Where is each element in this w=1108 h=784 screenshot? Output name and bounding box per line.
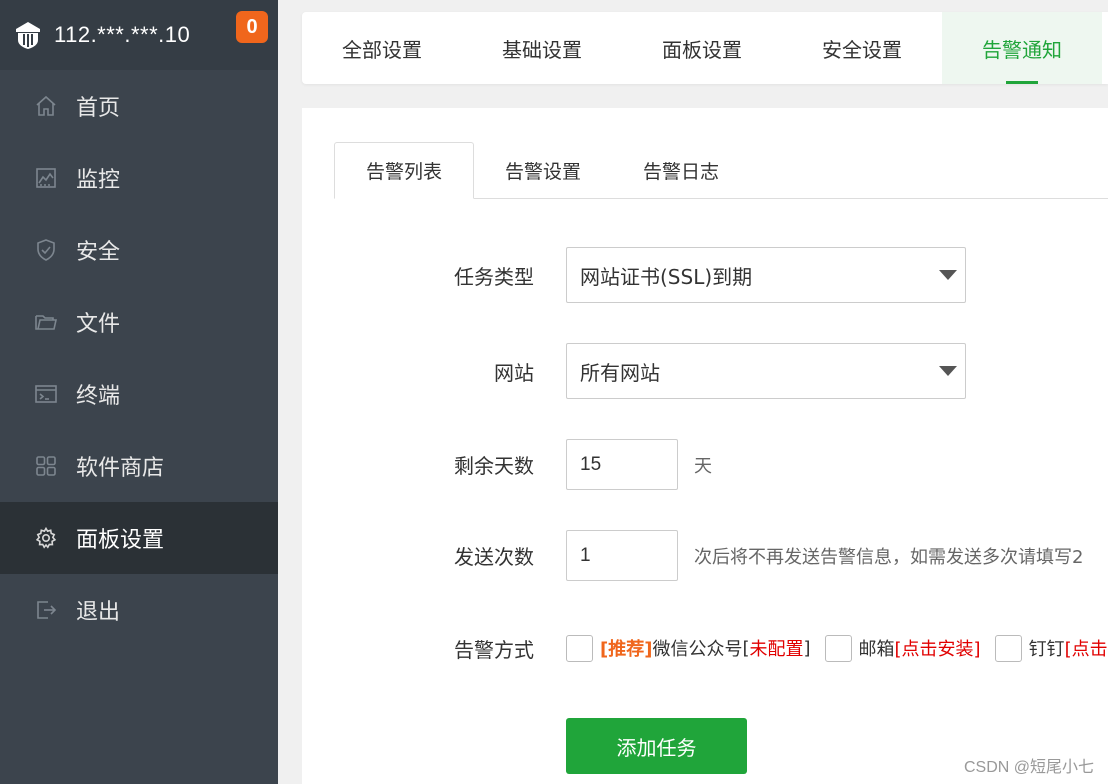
notification-badge[interactable]: 0 [236, 11, 268, 43]
task-type-row: 任务类型 网站证书(SSL)到期 [302, 247, 1108, 303]
dingtalk-checkbox[interactable] [994, 634, 1022, 662]
sidebar-header: 112.***.***.10 0 [0, 0, 278, 70]
tab-basic-settings[interactable]: 基础设置 [462, 12, 622, 84]
sidebar-item-files[interactable]: 文件 [0, 286, 278, 358]
site-select[interactable]: 所有网站 [566, 343, 966, 399]
apps-icon [33, 453, 59, 479]
monitor-icon [33, 165, 59, 191]
email-checkbox[interactable] [824, 634, 852, 662]
sidebar-item-store[interactable]: 软件商店 [0, 430, 278, 502]
sidebar-item-label: 退出 [76, 600, 121, 625]
send-count-label: 发送次数 [454, 545, 534, 569]
gear-icon [33, 525, 59, 551]
sidebar-item-security[interactable]: 安全 [0, 214, 278, 286]
days-unit: 天 [694, 455, 712, 477]
sidebar-item-label: 终端 [76, 384, 121, 409]
site-value: 所有网站 [580, 360, 660, 385]
sidebar: 112.***.***.10 0 首页 监控 安全 文件 终端 软件商店 面板设… [0, 0, 278, 784]
sidebar-item-label: 面板设置 [76, 528, 165, 553]
recommend-tag: [推荐] [600, 639, 653, 660]
alert-method-label: 告警方式 [454, 637, 534, 662]
sidebar-item-panel-settings[interactable]: 面板设置 [0, 502, 278, 574]
sidebar-item-monitor[interactable]: 监控 [0, 142, 278, 214]
alert-method-row: 告警方式 [推荐] 微信公众号 [ 未配置 ] 邮箱 [点击安装] 钉钉 [点击 [302, 632, 1108, 664]
sidebar-item-home[interactable]: 首页 [0, 70, 278, 142]
settings-tabs: 全部设置 基础设置 面板设置 安全设置 告警通知 [302, 12, 1108, 84]
method-email[interactable]: 邮箱 [点击安装] [824, 634, 981, 662]
dingtalk-label: 钉钉 [1028, 639, 1065, 660]
method-wechat[interactable]: [推荐] 微信公众号 [ 未配置 ] [566, 634, 811, 662]
wechat-bracket-close: ] [803, 637, 811, 659]
caret-down-icon [939, 366, 957, 376]
site-label: 网站 [494, 360, 534, 385]
add-task-button[interactable]: 添加任务 [566, 718, 747, 774]
caret-down-icon [939, 270, 957, 280]
sidebar-item-label: 文件 [76, 312, 121, 337]
task-type-value: 网站证书(SSL)到期 [580, 264, 753, 289]
home-icon [33, 93, 59, 119]
email-label: 邮箱 [858, 639, 895, 660]
site-row: 网站 所有网站 [302, 343, 1108, 399]
folder-icon [33, 309, 59, 335]
server-name: 112.***.***.10 [54, 22, 191, 47]
terminal-icon [33, 381, 59, 407]
wechat-checkbox[interactable] [566, 634, 593, 662]
bt-logo-icon [16, 22, 40, 49]
alert-subtabs: 告警列表 告警设置 告警日志 [334, 142, 1108, 199]
email-install-link[interactable]: [点击安装] [895, 635, 981, 661]
task-type-label: 任务类型 [454, 264, 534, 289]
tab-alert-log[interactable]: 告警日志 [612, 142, 750, 199]
tab-alert-notify[interactable]: 告警通知 [942, 12, 1102, 84]
alert-panel: 告警列表 告警设置 告警日志 任务类型 网站证书(SSL)到期 网站 所有网站 … [302, 108, 1108, 784]
sidebar-item-label: 软件商店 [76, 456, 165, 481]
wechat-bracket-open: [ [742, 637, 750, 659]
send-count-row: 发送次数 1 次后将不再发送告警信息，如需发送多次请填写2 [302, 530, 1108, 581]
tab-security-settings[interactable]: 安全设置 [782, 12, 942, 84]
sidebar-item-label: 首页 [76, 96, 121, 121]
watermark: CSDN @短尾小七 [963, 759, 1094, 776]
tab-all-settings[interactable]: 全部设置 [302, 12, 462, 84]
sidebar-nav: 首页 监控 安全 文件 终端 软件商店 面板设置 退出 [0, 70, 278, 646]
wechat-label: 微信公众号 [652, 639, 743, 660]
sidebar-item-label: 安全 [76, 240, 121, 265]
tab-alert-settings[interactable]: 告警设置 [474, 142, 612, 199]
task-type-select[interactable]: 网站证书(SSL)到期 [566, 247, 966, 303]
wechat-status[interactable]: 未配置 [749, 635, 803, 661]
sidebar-item-logout[interactable]: 退出 [0, 574, 278, 646]
days-left-row: 剩余天数 15 天 [302, 439, 1108, 490]
tab-panel-settings[interactable]: 面板设置 [622, 12, 782, 84]
send-count-input[interactable]: 1 [566, 530, 678, 581]
days-left-input[interactable]: 15 [566, 439, 678, 490]
tab-alert-list[interactable]: 告警列表 [334, 142, 475, 199]
method-dingtalk[interactable]: 钉钉 [点击 [994, 634, 1108, 662]
logout-icon [33, 597, 59, 623]
sidebar-item-terminal[interactable]: 终端 [0, 358, 278, 430]
alert-methods: [推荐] 微信公众号 [ 未配置 ] 邮箱 [点击安装] 钉钉 [点击 [566, 634, 1108, 662]
shield-icon [33, 237, 59, 263]
send-count-hint: 次后将不再发送告警信息，如需发送多次请填写2 [694, 546, 1084, 568]
days-left-label: 剩余天数 [454, 454, 534, 478]
sidebar-item-label: 监控 [76, 168, 121, 193]
dingtalk-install-link[interactable]: [点击 [1065, 635, 1108, 661]
